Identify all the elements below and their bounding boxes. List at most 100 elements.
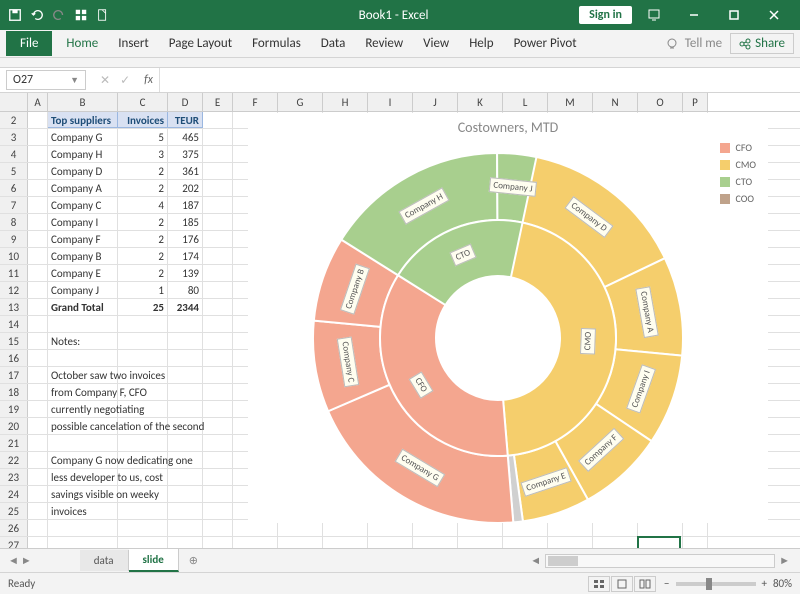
- cell[interactable]: [48, 350, 118, 366]
- cell[interactable]: [48, 435, 118, 451]
- cell[interactable]: 2: [118, 265, 168, 281]
- cell[interactable]: [203, 401, 233, 417]
- cell[interactable]: [203, 520, 233, 536]
- cell[interactable]: Company J: [48, 282, 118, 298]
- col-header[interactable]: C: [118, 93, 168, 111]
- row-header[interactable]: 26: [0, 520, 28, 536]
- zoom-in-button[interactable]: +: [762, 577, 767, 590]
- page-icon[interactable]: [96, 8, 110, 22]
- cell[interactable]: [28, 197, 48, 213]
- cell[interactable]: [203, 418, 233, 434]
- cell[interactable]: Company H: [48, 146, 118, 162]
- add-sheet-button[interactable]: ⊕: [179, 550, 208, 571]
- cell[interactable]: [203, 367, 233, 383]
- cell[interactable]: [28, 384, 48, 400]
- grid-icon[interactable]: [74, 8, 88, 22]
- cell[interactable]: [168, 486, 203, 502]
- cell[interactable]: [203, 146, 233, 162]
- cell[interactable]: Company C: [48, 197, 118, 213]
- normal-view-icon[interactable]: [588, 576, 610, 592]
- cell[interactable]: [28, 503, 48, 519]
- cell[interactable]: [168, 401, 203, 417]
- cell[interactable]: 2: [118, 248, 168, 264]
- cell[interactable]: [233, 537, 278, 548]
- tab-insert[interactable]: Insert: [108, 32, 159, 55]
- row-header[interactable]: 18: [0, 384, 28, 400]
- zoom-out-button[interactable]: −: [664, 577, 669, 590]
- cell[interactable]: [203, 282, 233, 298]
- cell[interactable]: [203, 333, 233, 349]
- cell[interactable]: [118, 333, 168, 349]
- cell[interactable]: [203, 248, 233, 264]
- row-header[interactable]: 20: [0, 418, 28, 434]
- cell[interactable]: [28, 180, 48, 196]
- col-header[interactable]: E: [203, 93, 233, 111]
- col-header[interactable]: H: [323, 93, 368, 111]
- cell[interactable]: [28, 265, 48, 281]
- page-layout-view-icon[interactable]: [611, 576, 633, 592]
- cell[interactable]: Notes:: [48, 333, 118, 349]
- file-tab[interactable]: File: [6, 31, 52, 56]
- cell[interactable]: [168, 435, 203, 451]
- cell[interactable]: [203, 163, 233, 179]
- col-header[interactable]: K: [458, 93, 503, 111]
- cell[interactable]: possible cancelation of the second: [48, 418, 118, 434]
- cell[interactable]: [203, 197, 233, 213]
- cell[interactable]: 5: [118, 129, 168, 145]
- tab-home[interactable]: Home: [56, 32, 108, 55]
- row-header[interactable]: 22: [0, 452, 28, 468]
- enter-formula-icon[interactable]: ✓: [120, 73, 130, 88]
- cell[interactable]: savings visible on weeky: [48, 486, 118, 502]
- cell[interactable]: [203, 214, 233, 230]
- cell[interactable]: [203, 452, 233, 468]
- cell[interactable]: [118, 520, 168, 536]
- tab-review[interactable]: Review: [355, 32, 413, 55]
- cell[interactable]: Company D: [48, 163, 118, 179]
- cell[interactable]: [28, 469, 48, 485]
- row-header[interactable]: 4: [0, 146, 28, 162]
- row-header[interactable]: 8: [0, 214, 28, 230]
- cell[interactable]: [48, 520, 118, 536]
- row-header[interactable]: 16: [0, 350, 28, 366]
- row-header[interactable]: 15: [0, 333, 28, 349]
- cell[interactable]: [203, 486, 233, 502]
- cell[interactable]: Company B: [48, 248, 118, 264]
- cell[interactable]: [168, 520, 203, 536]
- cell[interactable]: [683, 537, 708, 548]
- cell[interactable]: [48, 316, 118, 332]
- cell[interactable]: [203, 469, 233, 485]
- cell[interactable]: [118, 435, 168, 451]
- cell[interactable]: [28, 520, 48, 536]
- redo-icon[interactable]: [52, 8, 66, 22]
- minimize-icon[interactable]: [676, 0, 712, 30]
- cell[interactable]: Company G: [48, 129, 118, 145]
- cell[interactable]: invoices: [48, 503, 118, 519]
- cell[interactable]: [593, 537, 638, 548]
- cell[interactable]: [203, 299, 233, 315]
- cell[interactable]: [203, 180, 233, 196]
- cell[interactable]: [168, 469, 203, 485]
- row-header[interactable]: 27: [0, 537, 28, 548]
- cell[interactable]: [118, 316, 168, 332]
- col-header[interactable]: D: [168, 93, 203, 111]
- cell[interactable]: Top suppliers⧩▾: [48, 112, 118, 128]
- cell[interactable]: [168, 333, 203, 349]
- sign-in-button[interactable]: Sign in: [579, 6, 632, 24]
- cell[interactable]: from Company F, CFO: [48, 384, 118, 400]
- col-header[interactable]: A: [28, 93, 48, 111]
- row-header[interactable]: 19: [0, 401, 28, 417]
- share-button[interactable]: Share: [730, 33, 794, 54]
- cell[interactable]: [503, 537, 548, 548]
- tab-data[interactable]: Data: [311, 32, 356, 55]
- fx-label[interactable]: fx: [144, 73, 153, 87]
- cell[interactable]: [168, 384, 203, 400]
- cell[interactable]: [548, 537, 593, 548]
- cell[interactable]: [168, 316, 203, 332]
- tell-me[interactable]: Tell me: [665, 36, 722, 51]
- col-header[interactable]: M: [548, 93, 593, 111]
- cell[interactable]: [118, 537, 168, 548]
- row-header[interactable]: 17: [0, 367, 28, 383]
- cell[interactable]: [28, 401, 48, 417]
- cell[interactable]: 375: [168, 146, 203, 162]
- cell[interactable]: [368, 537, 413, 548]
